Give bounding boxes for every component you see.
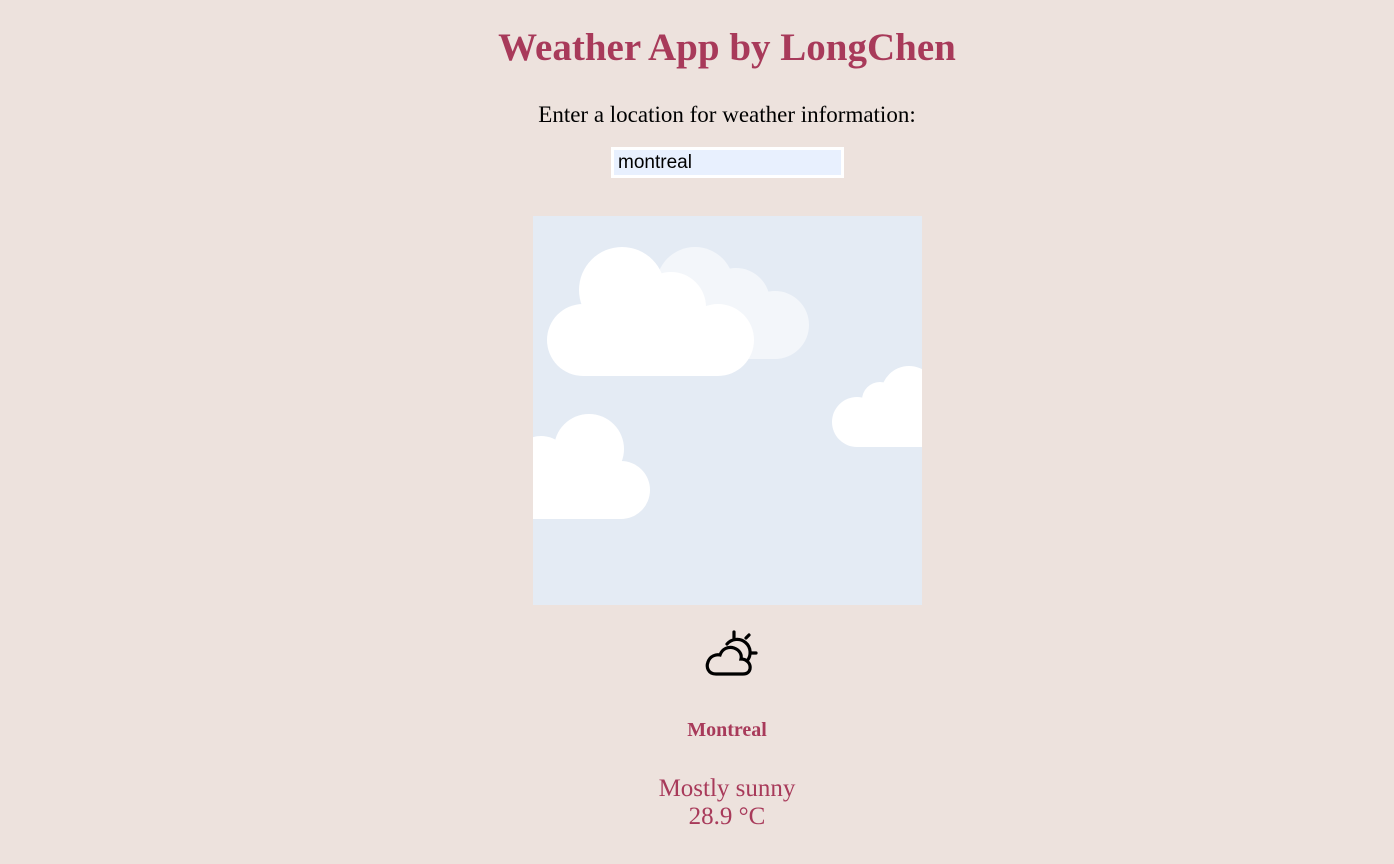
location-prompt: Enter a location for weather information…: [538, 102, 916, 127]
clouds-illustration-icon: [533, 216, 922, 605]
location-input[interactable]: [611, 147, 844, 178]
weather-app-page: Weather App by LongChen Enter a location…: [0, 0, 1394, 864]
app-title: Weather App by LongChen: [498, 26, 956, 69]
weather-condition: Mostly sunny: [658, 775, 796, 802]
city-name: Montreal: [687, 719, 767, 741]
weather-image: [533, 216, 922, 605]
partly-sunny-icon: [703, 628, 759, 680]
temperature: 28.9 °C: [688, 803, 766, 830]
